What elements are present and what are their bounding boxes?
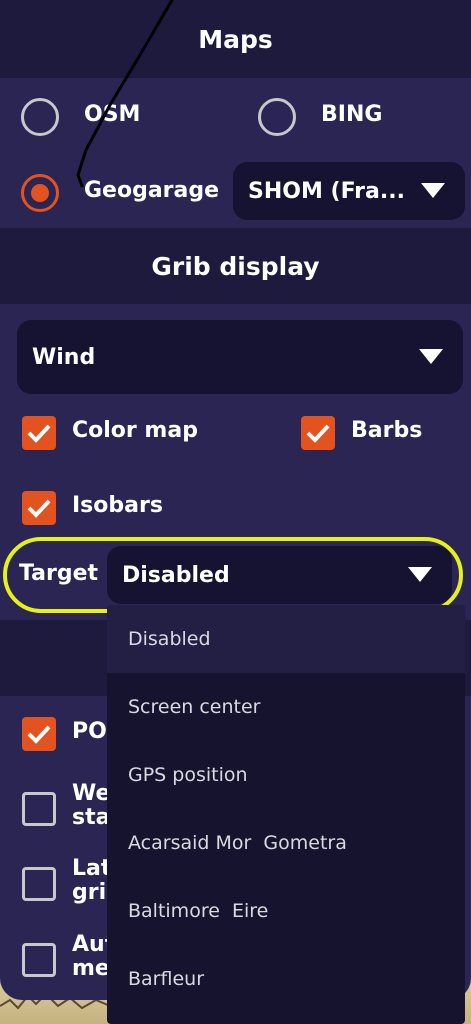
barbs-checkbox[interactable]	[301, 416, 335, 450]
checkmark-icon	[27, 499, 51, 518]
chart-provider-value: SHOM (Fra...	[248, 178, 405, 204]
dropdown-item-gps-position[interactable]: GPS position	[107, 741, 465, 809]
checkmark-icon	[306, 424, 330, 443]
grib-parameter-select[interactable]: Wind	[17, 320, 463, 394]
grib-title: Grib display	[151, 251, 320, 281]
chevron-down-icon	[419, 349, 443, 364]
lat-grid-label: Lat gri	[72, 856, 112, 905]
po-checkbox[interactable]	[22, 717, 56, 751]
isobars-checkbox[interactable]	[22, 491, 56, 525]
checkmark-icon	[27, 725, 51, 744]
weather-stations-label: We sta	[72, 781, 111, 830]
highlight-ring	[3, 537, 463, 613]
target-dropdown-list: Disabled Screen center GPS position Acar…	[107, 605, 465, 1024]
color-map-checkbox[interactable]	[22, 416, 56, 450]
geogarage-radio[interactable]	[21, 174, 59, 212]
osm-radio[interactable]	[21, 98, 59, 136]
maps-section-header: Maps	[0, 0, 471, 78]
dropdown-item-screen-center[interactable]: Screen center	[107, 673, 465, 741]
po-label: PO	[72, 719, 107, 744]
grib-section-header: Grib display	[0, 228, 471, 304]
dropdown-item-barfleur[interactable]: Barfleur	[107, 945, 465, 1013]
auto-checkbox[interactable]	[22, 943, 56, 977]
weather-stations-checkbox[interactable]	[22, 792, 56, 826]
lat-grid-checkbox[interactable]	[22, 867, 56, 901]
isobars-label: Isobars	[72, 493, 163, 518]
color-map-label: Color map	[72, 418, 198, 443]
bing-radio[interactable]	[258, 98, 296, 136]
dropdown-item-acarsaid-mor[interactable]: Acarsaid Mor Gometra	[107, 809, 465, 877]
checkmark-icon	[27, 424, 51, 443]
bing-label: BING	[321, 102, 383, 127]
grib-parameter-value: Wind	[32, 344, 96, 370]
chart-provider-select[interactable]: SHOM (Fra...	[233, 162, 465, 220]
osm-label: OSM	[84, 102, 141, 127]
maps-title: Maps	[198, 24, 273, 54]
geogarage-label: Geogarage	[84, 178, 220, 203]
dropdown-item-disabled[interactable]: Disabled	[107, 605, 465, 673]
chevron-down-icon	[421, 183, 445, 198]
barbs-label: Barbs	[351, 418, 423, 443]
dropdown-item-baltimore[interactable]: Baltimore Eire	[107, 877, 465, 945]
